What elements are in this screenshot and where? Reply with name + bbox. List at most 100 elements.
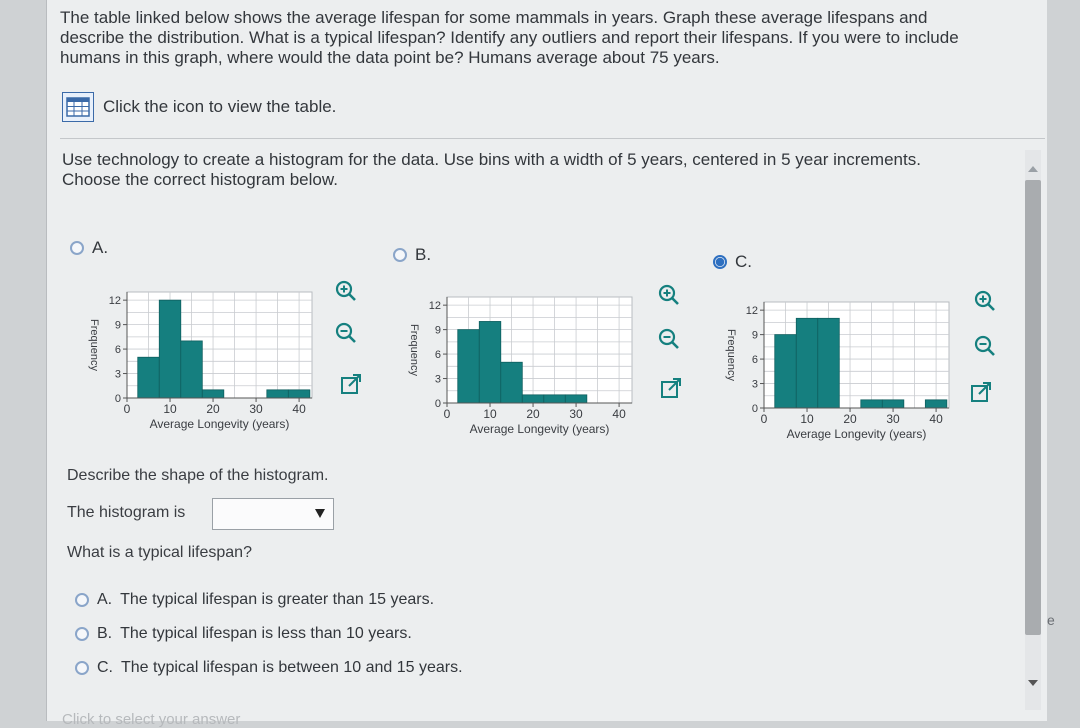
option-text: The typical lifespan is less than 10 yea… — [120, 625, 412, 642]
table-icon[interactable] — [62, 92, 94, 122]
x-tick-label: 40 — [612, 407, 626, 421]
x-tick-label: 30 — [569, 407, 583, 421]
y-tick-label: 0 — [115, 393, 121, 405]
histogram-option-c[interactable]: C. — [713, 252, 752, 272]
histogram-option-b[interactable]: B. — [393, 245, 431, 265]
y-tick-label: 12 — [109, 295, 121, 307]
problem-line: The table linked below shows the average… — [60, 8, 928, 27]
x-tick-label: 0 — [444, 407, 451, 421]
histogram-bar — [137, 356, 160, 399]
histogram-bar — [774, 334, 797, 409]
histogram-bar — [521, 394, 545, 404]
typical-option-b[interactable]: B. The typical lifespan is less than 10 … — [75, 625, 412, 643]
x-axis-label: Average Longevity (years) — [150, 417, 290, 431]
shape-question: Describe the shape of the histogram. — [67, 467, 329, 484]
y-tick-label: 9 — [435, 325, 441, 337]
x-tick-label: 10 — [163, 402, 177, 416]
histogram-bar — [287, 389, 311, 399]
histogram-chart-a: 0 10 20 30 40 0 3 6 9 12 Average Longevity (years)… — [88, 291, 313, 431]
y-tick-label: 9 — [752, 330, 758, 342]
histogram-bar — [478, 321, 502, 404]
option-text: The typical lifespan is between 10 and 1… — [121, 659, 463, 676]
view-table-link[interactable]: Click the icon to view the table. — [62, 92, 336, 122]
option-letter: B. — [415, 245, 432, 264]
x-tick-label: 20 — [843, 412, 857, 426]
zoom-in-icon[interactable] — [333, 278, 359, 304]
histogram-bar — [860, 399, 883, 409]
external-link-icon[interactable] — [968, 380, 994, 406]
y-tick-label: 9 — [115, 320, 121, 332]
question-line: Use technology to create a histogram for… — [62, 150, 921, 169]
scrollbar[interactable] — [1022, 150, 1044, 710]
x-tick-label: 10 — [483, 407, 497, 421]
y-tick-label: 12 — [746, 305, 758, 317]
x-tick-label: 0 — [124, 402, 131, 416]
histogram-bar — [457, 329, 480, 404]
option-letter: A. — [97, 591, 113, 608]
zoom-out-icon[interactable] — [656, 326, 682, 352]
zoom-in-icon[interactable] — [656, 282, 682, 308]
typical-option-c[interactable]: C. The typical lifespan is between 10 an… — [75, 659, 463, 677]
histogram-bar — [543, 394, 566, 404]
option-letter: C. — [735, 252, 752, 271]
external-link-icon[interactable] — [338, 372, 364, 398]
histogram-bar — [817, 317, 840, 409]
chevron-down-icon[interactable] — [315, 509, 325, 518]
histogram-bar — [795, 317, 819, 409]
zoom-out-icon[interactable] — [333, 320, 359, 346]
view-table-label[interactable]: Click the icon to view the table. — [103, 97, 336, 117]
radio-typical-a[interactable] — [75, 593, 89, 607]
y-tick-label: 3 — [435, 374, 441, 386]
x-tick-label: 30 — [886, 412, 900, 426]
y-tick-label: 6 — [752, 354, 758, 366]
histogram-bar — [158, 299, 182, 399]
y-tick-label: 0 — [435, 398, 441, 410]
radio-c[interactable] — [713, 255, 727, 269]
x-axis-label: Average Longevity (years) — [787, 427, 927, 441]
y-tick-label: 6 — [115, 344, 121, 356]
histogram-bar — [564, 394, 588, 404]
histogram-bar — [881, 399, 905, 409]
scroll-down-icon[interactable] — [1028, 680, 1038, 686]
x-tick-label: 30 — [249, 402, 263, 416]
side-letter: e — [1047, 612, 1055, 628]
y-tick-label: 6 — [435, 349, 441, 361]
y-tick-label: 3 — [115, 369, 121, 381]
shape-dropdown[interactable] — [212, 498, 334, 530]
scroll-up-icon[interactable] — [1028, 166, 1038, 172]
option-letter: B. — [97, 625, 113, 642]
y-tick-label: 12 — [429, 300, 441, 312]
typical-option-a[interactable]: A. The typical lifespan is greater than … — [75, 591, 434, 609]
x-tick-label: 0 — [761, 412, 768, 426]
radio-b[interactable] — [393, 248, 407, 262]
zoom-out-icon[interactable] — [972, 333, 998, 359]
y-axis-label: Frequency — [88, 319, 100, 371]
x-axis-label: Average Longevity (years) — [470, 422, 610, 436]
histogram-option-a[interactable]: A. — [70, 238, 108, 258]
x-tick-label: 40 — [929, 412, 943, 426]
x-tick-label: 20 — [206, 402, 220, 416]
zoom-in-icon[interactable] — [972, 288, 998, 314]
radio-typical-b[interactable] — [75, 627, 89, 641]
scroll-thumb[interactable] — [1025, 180, 1041, 635]
question-line: Choose the correct histogram below. — [62, 170, 338, 189]
option-letter: A. — [92, 238, 109, 257]
x-tick-label: 20 — [526, 407, 540, 421]
section-divider — [60, 138, 1045, 139]
x-tick-label: 40 — [292, 402, 306, 416]
radio-typical-c[interactable] — [75, 661, 89, 675]
histogram-bar — [266, 389, 289, 399]
x-tick-label: 10 — [800, 412, 814, 426]
histogram-bar — [924, 399, 948, 409]
radio-a[interactable] — [70, 241, 84, 255]
histogram-bar — [180, 340, 203, 399]
problem-line: humans in this graph, where would the da… — [60, 48, 720, 67]
external-link-icon[interactable] — [658, 376, 684, 402]
option-text: The typical lifespan is greater than 15 … — [120, 591, 435, 608]
y-axis-label: Frequency — [725, 329, 737, 381]
footer-hint: Click to select your answer — [62, 711, 241, 728]
typical-question: What is a typical lifespan? — [67, 544, 252, 561]
option-letter: C. — [97, 659, 113, 676]
histogram-bar — [201, 389, 225, 399]
shape-sentence-prefix: The histogram is — [67, 504, 186, 521]
